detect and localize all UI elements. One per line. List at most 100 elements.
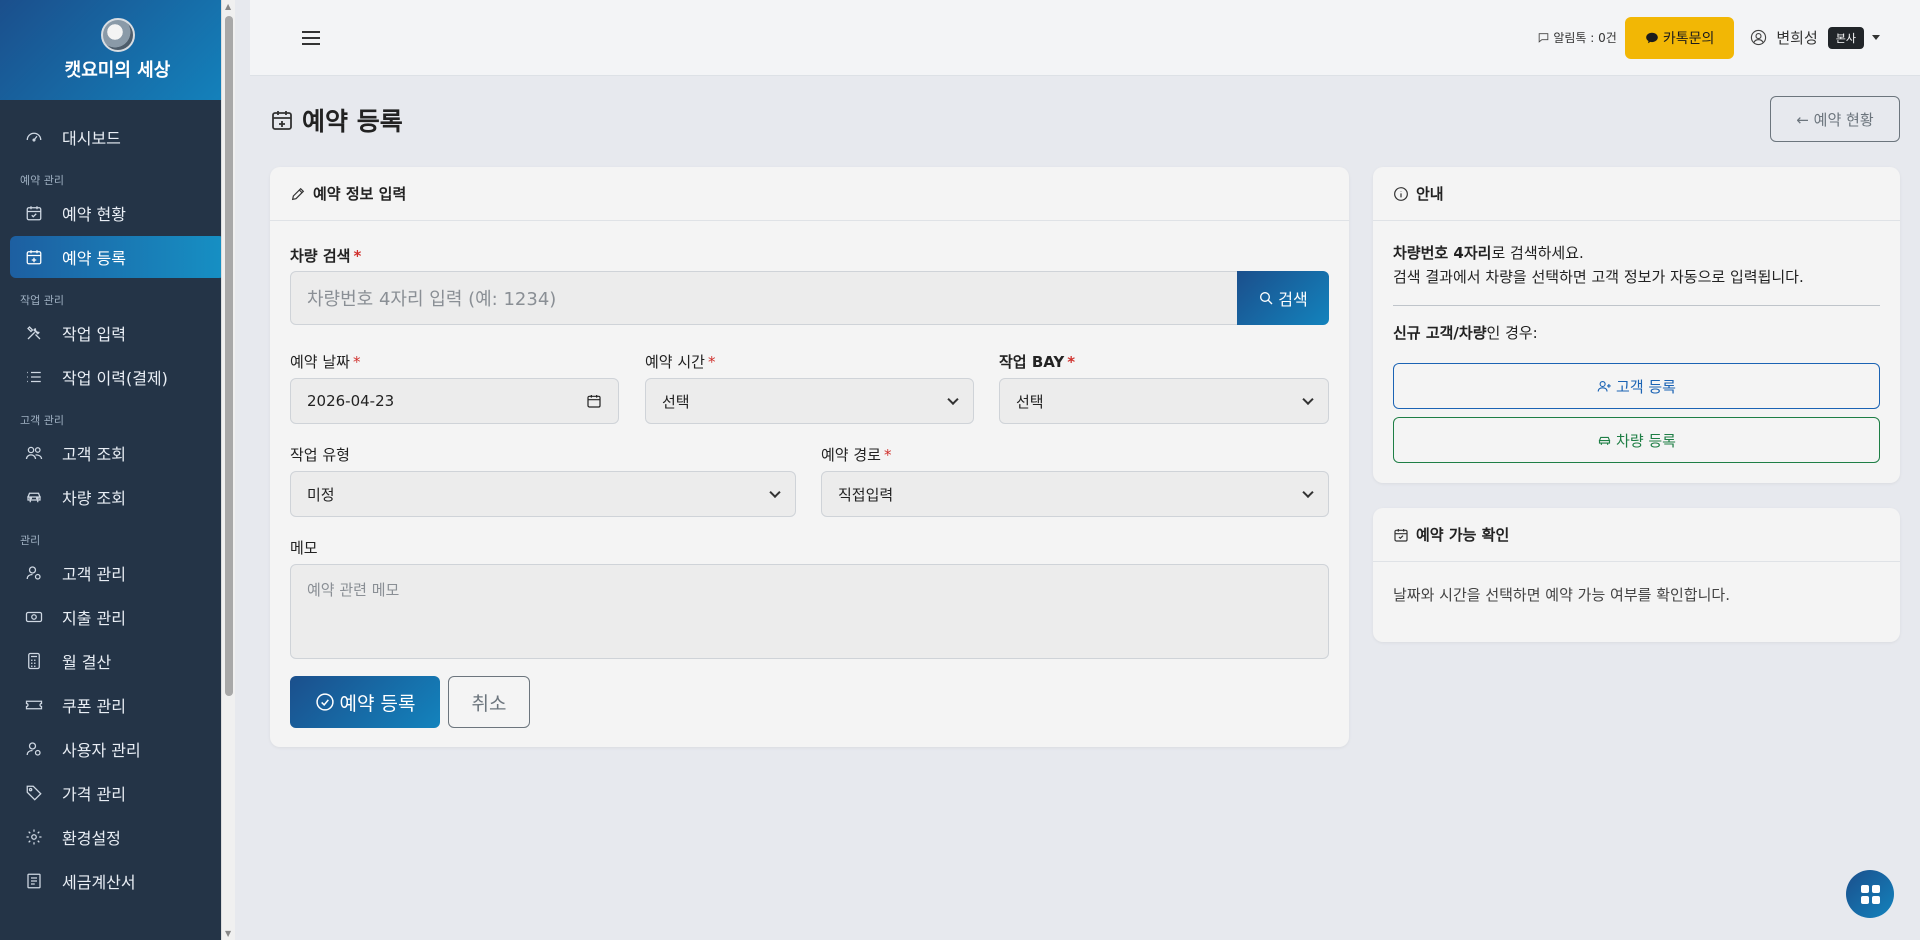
chevron-down-icon xyxy=(769,486,781,499)
sidebar-item-label: 고객 조회 xyxy=(62,445,126,464)
sidebar-item-vehicle-lookup[interactable]: 차량 조회 xyxy=(10,476,225,518)
register-vehicle-button[interactable]: 차량 등록 xyxy=(1393,417,1880,463)
sidebar-item-settings[interactable]: 환경설정 xyxy=(10,816,225,858)
guide-text: 차량번호 4자리로 검색하세요. 검색 결과에서 차량을 선택하면 고객 정보가… xyxy=(1393,241,1804,289)
topbar: 알림톡 : 0건 카톡문의 변희성 본사 xyxy=(250,0,1920,76)
reservation-date-input[interactable]: 2026-04-23 xyxy=(290,378,619,424)
new-customer-bold: 신규 고객/차량 xyxy=(1393,324,1487,342)
sidebar-item-label: 세금계산서 xyxy=(62,873,136,892)
people-icon xyxy=(24,443,44,463)
reservation-time-label: 예약 시간 * xyxy=(645,351,715,372)
sidebar-item-price-manage[interactable]: 가격 관리 xyxy=(10,772,225,814)
chevron-down-icon xyxy=(1872,35,1880,40)
calculator-icon xyxy=(24,651,44,671)
scroll-up-arrow-icon[interactable]: ▲ xyxy=(225,2,231,11)
cancel-button[interactable]: 취소 xyxy=(448,676,530,728)
sidebar: 캣요미의 세상 대시보드 예약 관리 예약 현황 예약 등록 작업 관리 작업 … xyxy=(0,0,235,940)
sidebar-nav: 대시보드 예약 관리 예약 현황 예약 등록 작업 관리 작업 입력 작업 이력… xyxy=(0,100,235,902)
sidebar-item-customer-lookup[interactable]: 고객 조회 xyxy=(10,432,225,474)
sidebar-item-monthly-settlement[interactable]: 월 결산 xyxy=(10,640,225,682)
required-mark: * xyxy=(353,247,362,265)
card-header-title: 예약 정보 입력 xyxy=(313,185,407,203)
memo-textarea[interactable]: 예약 관련 메모 xyxy=(290,564,1329,659)
car-icon xyxy=(1598,436,1611,445)
alimtalk-count: 알림톡 : 0건 xyxy=(1553,31,1617,45)
sidebar-item-dashboard[interactable]: 대시보드 xyxy=(10,116,225,158)
sidebar-item-label: 지출 관리 xyxy=(62,609,126,628)
work-bay-select[interactable]: 선택 xyxy=(999,378,1329,424)
sidebar-item-work-history[interactable]: 작업 이력(결제) xyxy=(10,356,225,398)
reservation-route-select[interactable]: 직접입력 xyxy=(821,471,1329,517)
sidebar-scrollbar-thumb[interactable] xyxy=(225,16,233,696)
guide-rest: 로 검색하세요. xyxy=(1491,244,1584,262)
sidebar-item-work-input[interactable]: 작업 입력 xyxy=(10,312,225,354)
sidebar-item-label: 고객 관리 xyxy=(62,565,126,584)
search-button-label: 검색 xyxy=(1278,290,1308,309)
availability-card: 예약 가능 확인 날짜와 시간을 선택하면 예약 가능 여부를 확인합니다. xyxy=(1373,508,1900,642)
reservation-date-label: 예약 날짜 * xyxy=(290,351,360,372)
receipt-icon xyxy=(24,871,44,891)
sidebar-item-tax-invoice[interactable]: 세금계산서 xyxy=(10,860,225,902)
chat-bubble-icon xyxy=(1645,32,1658,43)
sidebar-item-user-manage[interactable]: 사용자 관리 xyxy=(10,728,225,770)
vehicle-search-input[interactable]: 차량번호 4자리 입력 (예: 1234) xyxy=(290,271,1238,325)
reservation-route-label: 예약 경로 * xyxy=(821,444,891,465)
reservation-time-value: 선택 xyxy=(662,392,690,411)
scroll-down-arrow-icon[interactable]: ▼ xyxy=(225,929,231,938)
required-mark: * xyxy=(1067,353,1076,371)
reservation-time-select[interactable]: 선택 xyxy=(645,378,974,424)
work-bay-label: 작업 BAY * xyxy=(999,351,1075,372)
page-title: 예약 등록 xyxy=(270,102,403,138)
brand-name: 캣요미의 세상 xyxy=(64,60,171,81)
work-type-select[interactable]: 미정 xyxy=(290,471,796,517)
sidebar-item-label: 차량 조회 xyxy=(62,489,126,508)
calendar-icon[interactable] xyxy=(586,393,602,409)
work-type-label: 작업 유형 xyxy=(290,444,350,465)
chevron-down-icon xyxy=(1302,393,1314,406)
chevron-down-icon xyxy=(1302,486,1314,499)
calendar-plus-icon xyxy=(272,111,292,130)
kakao-inquiry-label: 카톡문의 xyxy=(1662,30,1715,47)
sidebar-item-coupon-manage[interactable]: 쿠폰 관리 xyxy=(10,684,225,726)
divider xyxy=(1393,305,1880,306)
person-plus-icon xyxy=(1597,380,1611,392)
sidebar-item-label: 사용자 관리 xyxy=(62,741,141,760)
calendar-check-icon xyxy=(1394,528,1408,542)
sidebar-scrollbar[interactable]: ▲ ▼ xyxy=(221,0,235,940)
card-header: 예약 가능 확인 xyxy=(1373,508,1900,562)
sidebar-item-reservation-status[interactable]: 예약 현황 xyxy=(10,192,225,234)
person-gear-icon xyxy=(24,563,44,583)
back-to-reservation-status-button[interactable]: ← 예약 현황 xyxy=(1770,96,1900,142)
sidebar-item-customer-manage[interactable]: 고객 관리 xyxy=(10,552,225,594)
quick-menu-button[interactable] xyxy=(1846,870,1894,918)
availability-text: 날짜와 시간을 선택하면 예약 가능 여부를 확인합니다. xyxy=(1393,586,1730,604)
reservation-form-card: 예약 정보 입력 차량 검색 * 차량번호 4자리 입력 (예: 1234) 검색… xyxy=(270,167,1349,747)
list-icon xyxy=(24,367,44,387)
vehicle-search-button[interactable]: 검색 xyxy=(1237,271,1329,325)
sidebar-item-expense-manage[interactable]: 지출 관리 xyxy=(10,596,225,638)
sidebar-item-reservation-register[interactable]: 예약 등록 xyxy=(10,236,225,278)
user-name: 변희성 xyxy=(1776,29,1818,47)
card-header-title: 예약 가능 확인 xyxy=(1416,526,1510,544)
user-circle-icon xyxy=(1751,29,1767,46)
register-customer-button[interactable]: 고객 등록 xyxy=(1393,363,1880,409)
chevron-down-icon xyxy=(947,393,959,406)
brand-logo xyxy=(100,18,135,52)
new-customer-text: 신규 고객/차량인 경우: xyxy=(1393,321,1538,345)
tags-icon xyxy=(24,783,44,803)
kakao-inquiry-button[interactable]: 카톡문의 xyxy=(1624,16,1735,59)
menu-toggle-icon[interactable] xyxy=(302,27,320,49)
brand-header[interactable]: 캣요미의 세상 xyxy=(0,0,235,100)
chat-icon xyxy=(1539,33,1549,43)
submit-reservation-button[interactable]: 예약 등록 xyxy=(290,676,440,728)
required-mark: * xyxy=(707,353,716,371)
required-mark: * xyxy=(883,446,892,464)
new-customer-rest: 인 경우: xyxy=(1486,324,1538,342)
topbar-right: 알림톡 : 0건 카톡문의 변희성 본사 xyxy=(1537,16,1880,59)
label-text: 차량 검색 xyxy=(290,247,351,265)
memo-label: 메모 xyxy=(290,539,318,557)
sidebar-item-label: 예약 현황 xyxy=(62,205,126,224)
sidebar-section-customer: 고객 관리 xyxy=(20,414,64,427)
user-menu[interactable]: 변희성 본사 xyxy=(1750,26,1880,49)
card-header: 예약 정보 입력 xyxy=(270,167,1349,221)
